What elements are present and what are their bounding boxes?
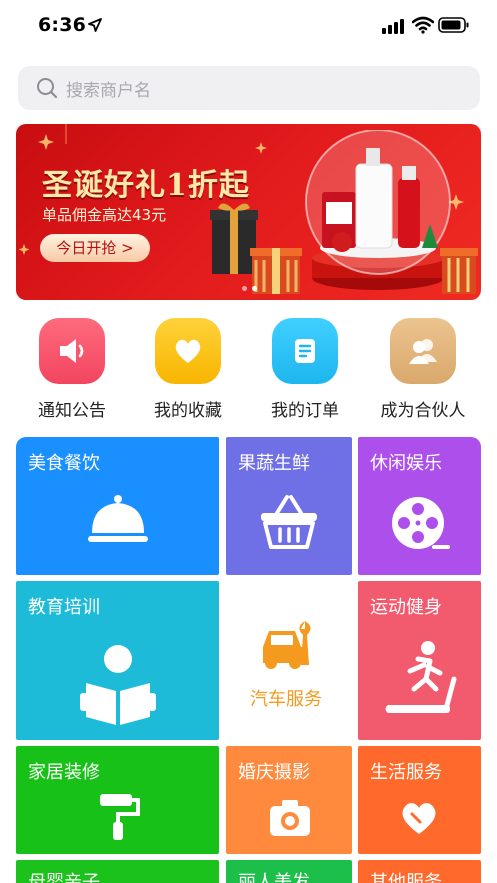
category-label: 休闲娱乐	[370, 453, 442, 474]
shortcut-notice[interactable]: 通知公告	[17, 318, 127, 421]
shortcut-label: 我的订单	[271, 401, 339, 421]
banner-dot	[242, 286, 247, 291]
category-home-decor[interactable]: 家居装修	[16, 746, 219, 854]
search-placeholder: 搜索商户名	[66, 80, 151, 101]
wifi-icon	[412, 16, 434, 34]
category-other-services[interactable]: 其他服务	[358, 860, 481, 883]
category-label: 运动健身	[370, 597, 442, 618]
category-label: 婚庆摄影	[238, 762, 310, 783]
category-fitness[interactable]: 运动健身	[358, 581, 481, 740]
category-produce[interactable]: 果蔬生鲜	[226, 437, 352, 575]
speaker-icon	[39, 318, 105, 384]
shortcut-orders[interactable]: 我的订单	[250, 318, 360, 421]
search-bar[interactable]: 搜索商户名	[18, 66, 480, 110]
location-arrow-icon	[88, 18, 102, 32]
film-reel-icon	[392, 497, 450, 549]
category-beauty-hair[interactable]: 丽人美发	[226, 860, 352, 883]
status-bar: 6:36	[0, 0, 497, 52]
shortcut-become-partner[interactable]: 成为合伙人	[368, 318, 478, 421]
car-wrench-icon	[263, 621, 311, 669]
category-auto-service[interactable]: 汽车服务	[226, 581, 352, 740]
category-label: 家居装修	[28, 762, 100, 783]
heart-icon	[155, 318, 221, 384]
banner-pagination	[242, 286, 257, 291]
category-label: 果蔬生鲜	[238, 453, 310, 474]
basket-icon	[261, 495, 317, 549]
category-label: 母婴亲子	[28, 872, 100, 883]
shortcut-label: 通知公告	[38, 401, 106, 421]
heart-hand-icon	[402, 803, 436, 834]
cellular-signal-icon	[382, 19, 404, 34]
banner-dot-active	[252, 286, 257, 291]
shortcut-favorites[interactable]: 我的收藏	[133, 318, 243, 421]
paint-roller-icon	[100, 794, 140, 840]
shortcut-label: 我的收藏	[154, 401, 222, 421]
category-label: 丽人美发	[238, 872, 310, 883]
category-mother-baby[interactable]: 母婴亲子	[16, 860, 219, 883]
shortcut-row: 通知公告 我的收藏 我的订单 成为合伙人	[0, 318, 497, 428]
category-label: 美食餐饮	[28, 453, 100, 474]
list-icon	[272, 318, 338, 384]
reading-icon	[80, 645, 156, 725]
category-label: 生活服务	[370, 762, 442, 783]
category-entertainment[interactable]: 休闲娱乐	[358, 437, 481, 575]
shortcut-label: 成为合伙人	[380, 401, 466, 421]
snow-globe-illustration	[210, 130, 478, 294]
camera-icon	[270, 800, 310, 836]
category-label: 汽车服务	[250, 689, 322, 710]
status-time: 6:36	[38, 14, 87, 36]
category-wedding-photo[interactable]: 婚庆摄影	[226, 746, 352, 854]
food-cover-icon	[88, 495, 148, 542]
banner-subtitle: 单品佣金高达43元	[42, 206, 167, 224]
category-education[interactable]: 教育培训	[16, 581, 219, 740]
banner-cta-button[interactable]: 今日开抢 >	[40, 234, 150, 262]
battery-icon	[438, 17, 469, 33]
category-food[interactable]: 美食餐饮	[16, 437, 219, 575]
category-life-service[interactable]: 生活服务	[358, 746, 481, 854]
category-label: 其他服务	[370, 872, 442, 883]
partner-icon	[390, 318, 456, 384]
category-label: 教育培训	[28, 597, 100, 618]
search-icon	[37, 78, 58, 99]
treadmill-icon	[385, 641, 457, 713]
promo-banner[interactable]: 圣诞好礼1折起 单品佣金高达43元 今日开抢 >	[16, 124, 481, 300]
